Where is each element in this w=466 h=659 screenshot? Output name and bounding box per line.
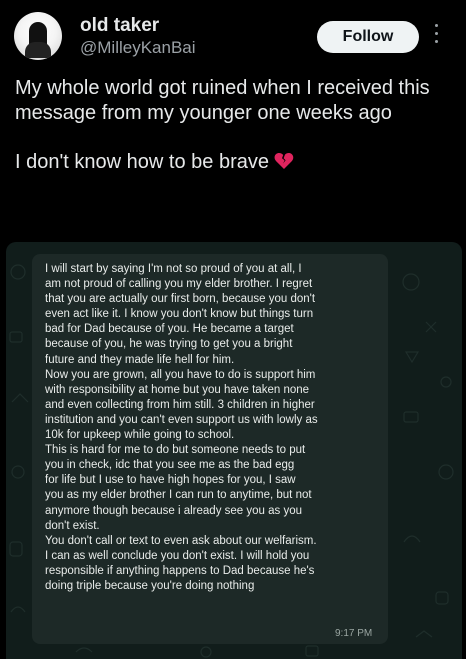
- avatar[interactable]: [14, 12, 62, 60]
- tweet-paragraph-1: My whole world got ruined when I receive…: [15, 77, 430, 124]
- user-handle[interactable]: @MilleyKanBai: [80, 38, 196, 58]
- more-options-icon[interactable]: [434, 24, 440, 48]
- message-timestamp: 9:17 PM: [335, 628, 373, 639]
- tweet-paragraph-2-text: I don't know how to be brave: [15, 151, 269, 173]
- tweet-header: old taker @MilleyKanBai Follow: [0, 0, 466, 72]
- chat-screenshot: I will start by saying I'm not so proud …: [6, 242, 462, 659]
- message-text: I will start by saying I'm not so proud …: [45, 263, 318, 592]
- follow-button[interactable]: Follow: [317, 21, 419, 53]
- broken-heart-icon: [274, 151, 294, 178]
- display-name[interactable]: old taker: [80, 15, 159, 37]
- tweet-paragraph-2: I don't know how to be brave: [15, 150, 455, 178]
- avatar-figure-shoulders: [25, 42, 51, 58]
- tweet-text: My whole world got ruined when I receive…: [15, 76, 455, 178]
